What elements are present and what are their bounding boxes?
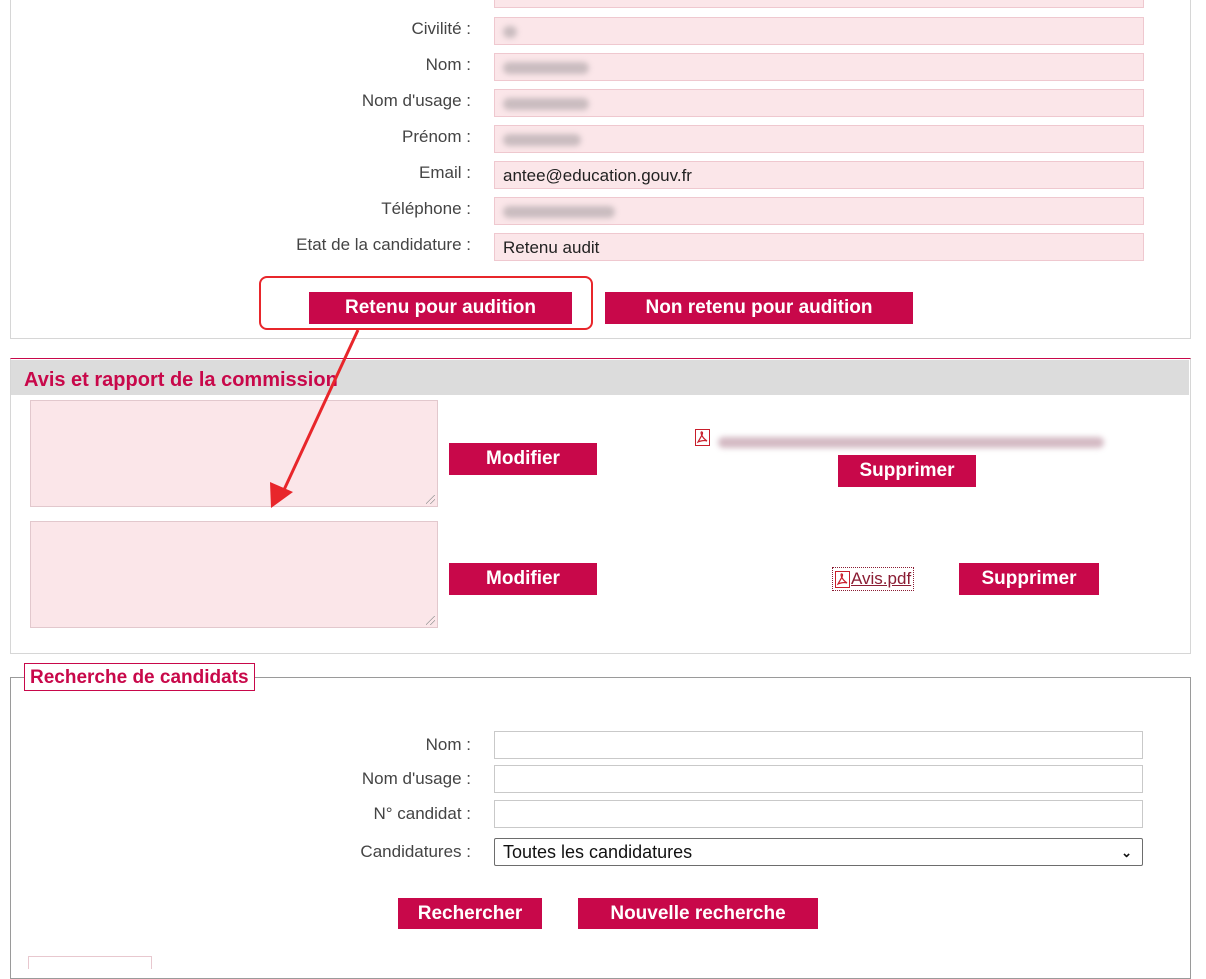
annotation-arrow-head (270, 482, 293, 508)
annotation-arrow-line (281, 329, 360, 493)
annotation-arrow (270, 329, 360, 508)
